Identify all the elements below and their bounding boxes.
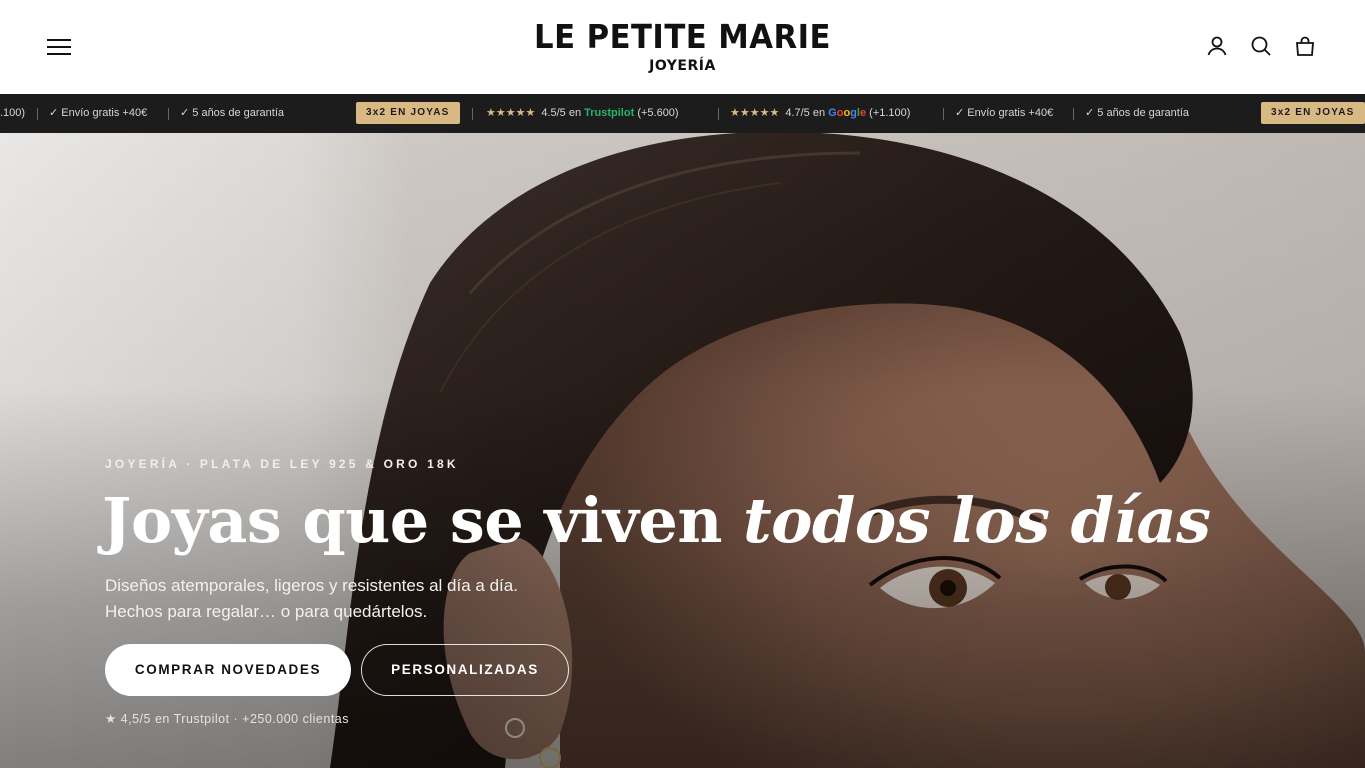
divider <box>1073 108 1074 120</box>
headline-regular: Joyas que se viven <box>102 484 743 557</box>
bag-icon[interactable] <box>1293 34 1317 58</box>
divider <box>718 108 719 120</box>
google-name: Google <box>828 107 867 119</box>
shop-new-button[interactable]: COMPRAR NOVEDADES <box>105 644 351 696</box>
trustpilot-name: Trustpilot <box>584 107 635 119</box>
announcement-warranty: ✓ 5 años de garantía <box>180 107 285 119</box>
menu-icon[interactable] <box>46 33 74 61</box>
announcement-partial: .100) <box>0 107 26 119</box>
brand-subtitle: JOYERÍA <box>649 58 716 74</box>
announcement-shipping: ✓ Envío gratis +40€ <box>49 107 148 119</box>
promo-badge[interactable]: 3x2 EN JOYAS <box>1261 102 1365 124</box>
hero-banner: JOYERÍA · PLATA DE LEY 925 & ORO 18K Joy… <box>0 133 1365 768</box>
hero-eyebrow: JOYERÍA · PLATA DE LEY 925 & ORO 18K <box>105 457 459 471</box>
announcement-google[interactable]: ★★★★★ 4.7/5 en Google (+1.100) <box>730 94 910 133</box>
divider <box>472 108 473 120</box>
hero-headline: Joyas que se viven todos los días <box>102 478 1211 564</box>
divider <box>37 108 38 120</box>
divider <box>168 108 169 120</box>
star-rating-icon: ★★★★★ <box>486 107 536 119</box>
hero-subcopy: Diseños atemporales, ligeros y resistent… <box>105 576 518 621</box>
announcement-bar: .100) ✓ Envío gratis +40€ ✓ 5 años de ga… <box>0 94 1365 133</box>
star-rating-icon: ★★★★★ <box>730 107 780 119</box>
hero-rating: ★ 4,5/5 en Trustpilot · +250.000 clienta… <box>105 712 349 726</box>
account-icon[interactable] <box>1205 34 1229 58</box>
trustpilot-score: 4.5/5 en <box>541 107 582 119</box>
personalized-button[interactable]: PERSONALIZADAS <box>361 644 569 696</box>
announcement-trustpilot[interactable]: ★★★★★ 4.5/5 en Trustpilot (+5.600) <box>486 94 679 133</box>
google-score: 4.7/5 en <box>785 107 826 119</box>
announcement-shipping: ✓ Envío gratis +40€ <box>955 107 1054 119</box>
announcement-warranty: ✓ 5 años de garantía <box>1085 107 1190 119</box>
trustpilot-count: (+5.600) <box>637 107 679 119</box>
headline-italic: todos los días <box>743 484 1211 557</box>
brand-logo[interactable]: LE PETITE MARIE JOYERÍA <box>500 17 865 75</box>
site-header: LE PETITE MARIE JOYERÍA <box>0 0 1365 94</box>
promo-badge[interactable]: 3x2 EN JOYAS <box>356 102 460 124</box>
google-count: (+1.100) <box>869 107 911 119</box>
divider <box>943 108 944 120</box>
brand-name: LE PETITE MARIE <box>534 17 831 56</box>
search-icon[interactable] <box>1249 34 1273 58</box>
